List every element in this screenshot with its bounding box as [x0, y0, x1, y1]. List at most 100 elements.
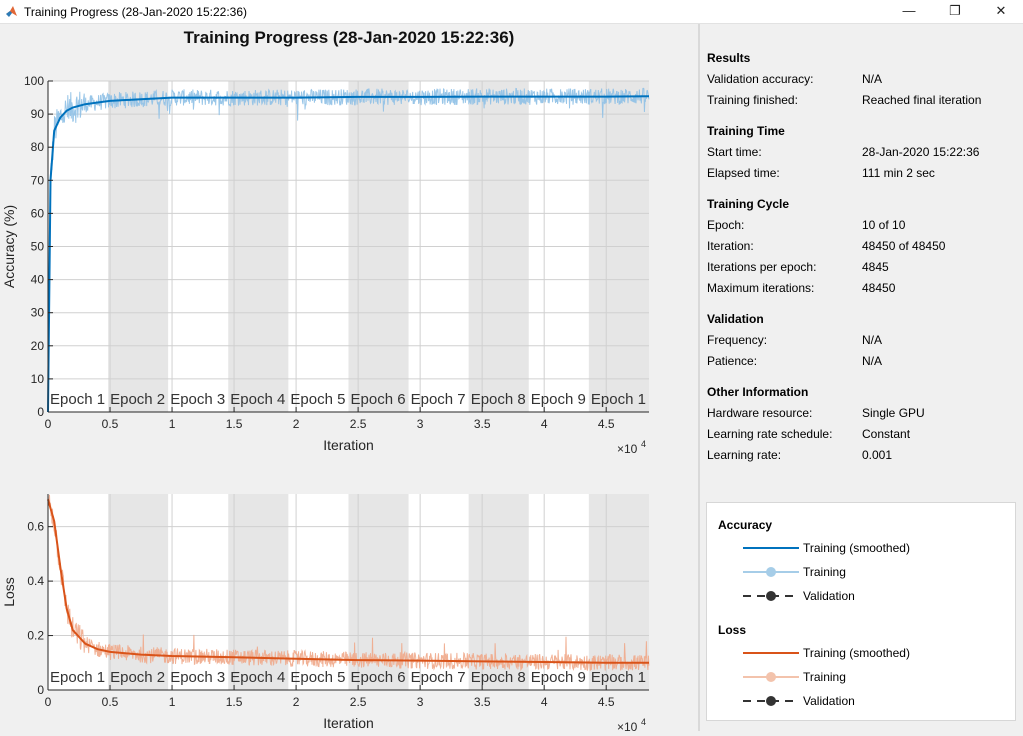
close-button[interactable]: ✕ — [978, 0, 1023, 23]
maximize-button[interactable]: ❐ — [932, 0, 978, 23]
legend-swatch-icon — [743, 672, 799, 682]
epoch-label: Epoch 3 — [170, 669, 225, 686]
info-label: Maximum iterations: — [707, 281, 815, 295]
info-label: Validation accuracy: — [707, 72, 814, 86]
legend-group-title: Accuracy — [718, 518, 773, 532]
epoch-label: Epoch 1 — [591, 391, 646, 408]
epoch-label: Epoch 5 — [290, 669, 345, 686]
x-tick-label: 1.5 — [226, 695, 243, 709]
x-exponent-power: 4 — [641, 439, 646, 449]
info-value: N/A — [862, 72, 883, 86]
epoch-label: Epoch 2 — [110, 391, 165, 408]
epoch-label: Epoch 1 — [50, 391, 105, 408]
epoch-label: Epoch 1 — [591, 669, 646, 686]
legend-swatch-icon — [743, 591, 799, 601]
x-tick-label: 3.5 — [474, 695, 491, 709]
info-value: 28-Jan-2020 15:22:36 — [862, 145, 980, 159]
legend-marker — [766, 567, 776, 577]
y-tick-label: 50 — [31, 240, 45, 254]
x-tick-label: 1 — [169, 417, 176, 431]
x-tick-label: 0 — [45, 417, 52, 431]
y-tick-label: 90 — [31, 107, 45, 121]
epoch-band — [108, 494, 169, 690]
info-value: 10 of 10 — [862, 218, 906, 232]
info-label: Training finished: — [707, 93, 798, 107]
x-tick-label: 3 — [417, 417, 424, 431]
info-label: Hardware resource: — [707, 406, 813, 420]
info-label: Learning rate schedule: — [707, 427, 833, 441]
epoch-label: Epoch 5 — [290, 391, 345, 408]
legend-marker — [766, 696, 776, 706]
legend-label: Validation — [803, 589, 855, 603]
epoch-label: Epoch 9 — [531, 391, 586, 408]
info-value: 4845 — [862, 260, 889, 274]
matlab-logo-icon — [6, 6, 17, 17]
minimize-button[interactable]: — — [886, 0, 932, 23]
window-title: Training Progress (28-Jan-2020 15:22:36) — [24, 5, 248, 19]
legend-label: Validation — [803, 694, 855, 708]
epoch-label: Epoch 4 — [230, 391, 285, 408]
epoch-label: Epoch 2 — [110, 669, 165, 686]
x-exponent-label: ×10 — [617, 720, 638, 731]
y-tick-label: 0.2 — [27, 629, 44, 643]
info-value: N/A — [862, 333, 883, 347]
y-axis-label: Accuracy (%) — [1, 205, 17, 288]
x-tick-label: 4 — [541, 695, 548, 709]
x-tick-label: 4 — [541, 417, 548, 431]
figure-title: Training Progress (28-Jan-2020 15:22:36) — [183, 28, 515, 47]
legend-swatch-icon — [743, 696, 799, 706]
epoch-label: Epoch 7 — [411, 391, 466, 408]
x-tick-label: 0.5 — [102, 417, 119, 431]
minimize-icon: — — [902, 3, 916, 18]
y-tick-label: 40 — [31, 273, 45, 287]
legend-group-title: Loss — [718, 623, 747, 637]
x-tick-label: 3 — [417, 695, 424, 709]
x-tick-label: 2.5 — [350, 695, 367, 709]
legend-swatch-icon — [743, 547, 799, 549]
x-tick-label: 2 — [293, 417, 300, 431]
section-title: Training Time — [707, 124, 785, 138]
maximize-icon: ❐ — [949, 3, 961, 18]
info-label: Iteration: — [707, 239, 754, 253]
info-label: Epoch: — [707, 218, 745, 232]
x-tick-label: 0 — [45, 695, 52, 709]
y-tick-label: 80 — [31, 140, 45, 154]
epoch-label: Epoch 6 — [351, 391, 406, 408]
y-axis-label: Loss — [1, 577, 17, 607]
info-label: Elapsed time: — [707, 166, 780, 180]
info-value: 0.001 — [862, 448, 893, 462]
legend-box: Accuracy Training (smoothed) Training Valid… — [706, 502, 1016, 721]
legend-label: Training (smoothed) — [803, 541, 910, 555]
section-title: Training Cycle — [707, 197, 790, 211]
info-value: Reached final iteration — [862, 93, 982, 107]
info-value: 48450 of 48450 — [862, 239, 946, 253]
legend-swatch-icon — [743, 567, 799, 577]
x-tick-label: 2.5 — [350, 417, 367, 431]
epoch-label: Epoch 8 — [471, 391, 526, 408]
legend-marker — [766, 672, 776, 682]
legend-label: Training — [803, 565, 846, 579]
x-tick-label: 0.5 — [102, 695, 119, 709]
title-bar: Training Progress (28-Jan-2020 15:22:36)… — [0, 0, 1023, 24]
x-tick-label: 4.5 — [598, 417, 615, 431]
info-label: Start time: — [707, 145, 762, 159]
epoch-label: Epoch 8 — [471, 669, 526, 686]
info-label: Learning rate: — [707, 448, 782, 462]
y-tick-label: 0 — [37, 405, 44, 419]
x-tick-label: 4.5 — [598, 695, 615, 709]
x-tick-label: 2 — [293, 695, 300, 709]
legend-marker — [766, 591, 776, 601]
y-tick-label: 70 — [31, 173, 45, 187]
info-value: 111 min 2 sec — [862, 166, 935, 180]
y-tick-label: 100 — [24, 74, 44, 88]
legend-label: Training (smoothed) — [803, 646, 910, 660]
info-label: Iterations per epoch: — [707, 260, 817, 274]
info-value: Single GPU — [862, 406, 925, 420]
y-tick-label: 0.6 — [27, 520, 44, 534]
y-tick-label: 10 — [31, 372, 45, 386]
epoch-label: Epoch 6 — [351, 669, 406, 686]
epoch-label: Epoch 3 — [170, 391, 225, 408]
section-title: Other Information — [707, 385, 809, 399]
legend-label: Training — [803, 670, 846, 684]
x-axis-label: Iteration — [323, 715, 374, 731]
